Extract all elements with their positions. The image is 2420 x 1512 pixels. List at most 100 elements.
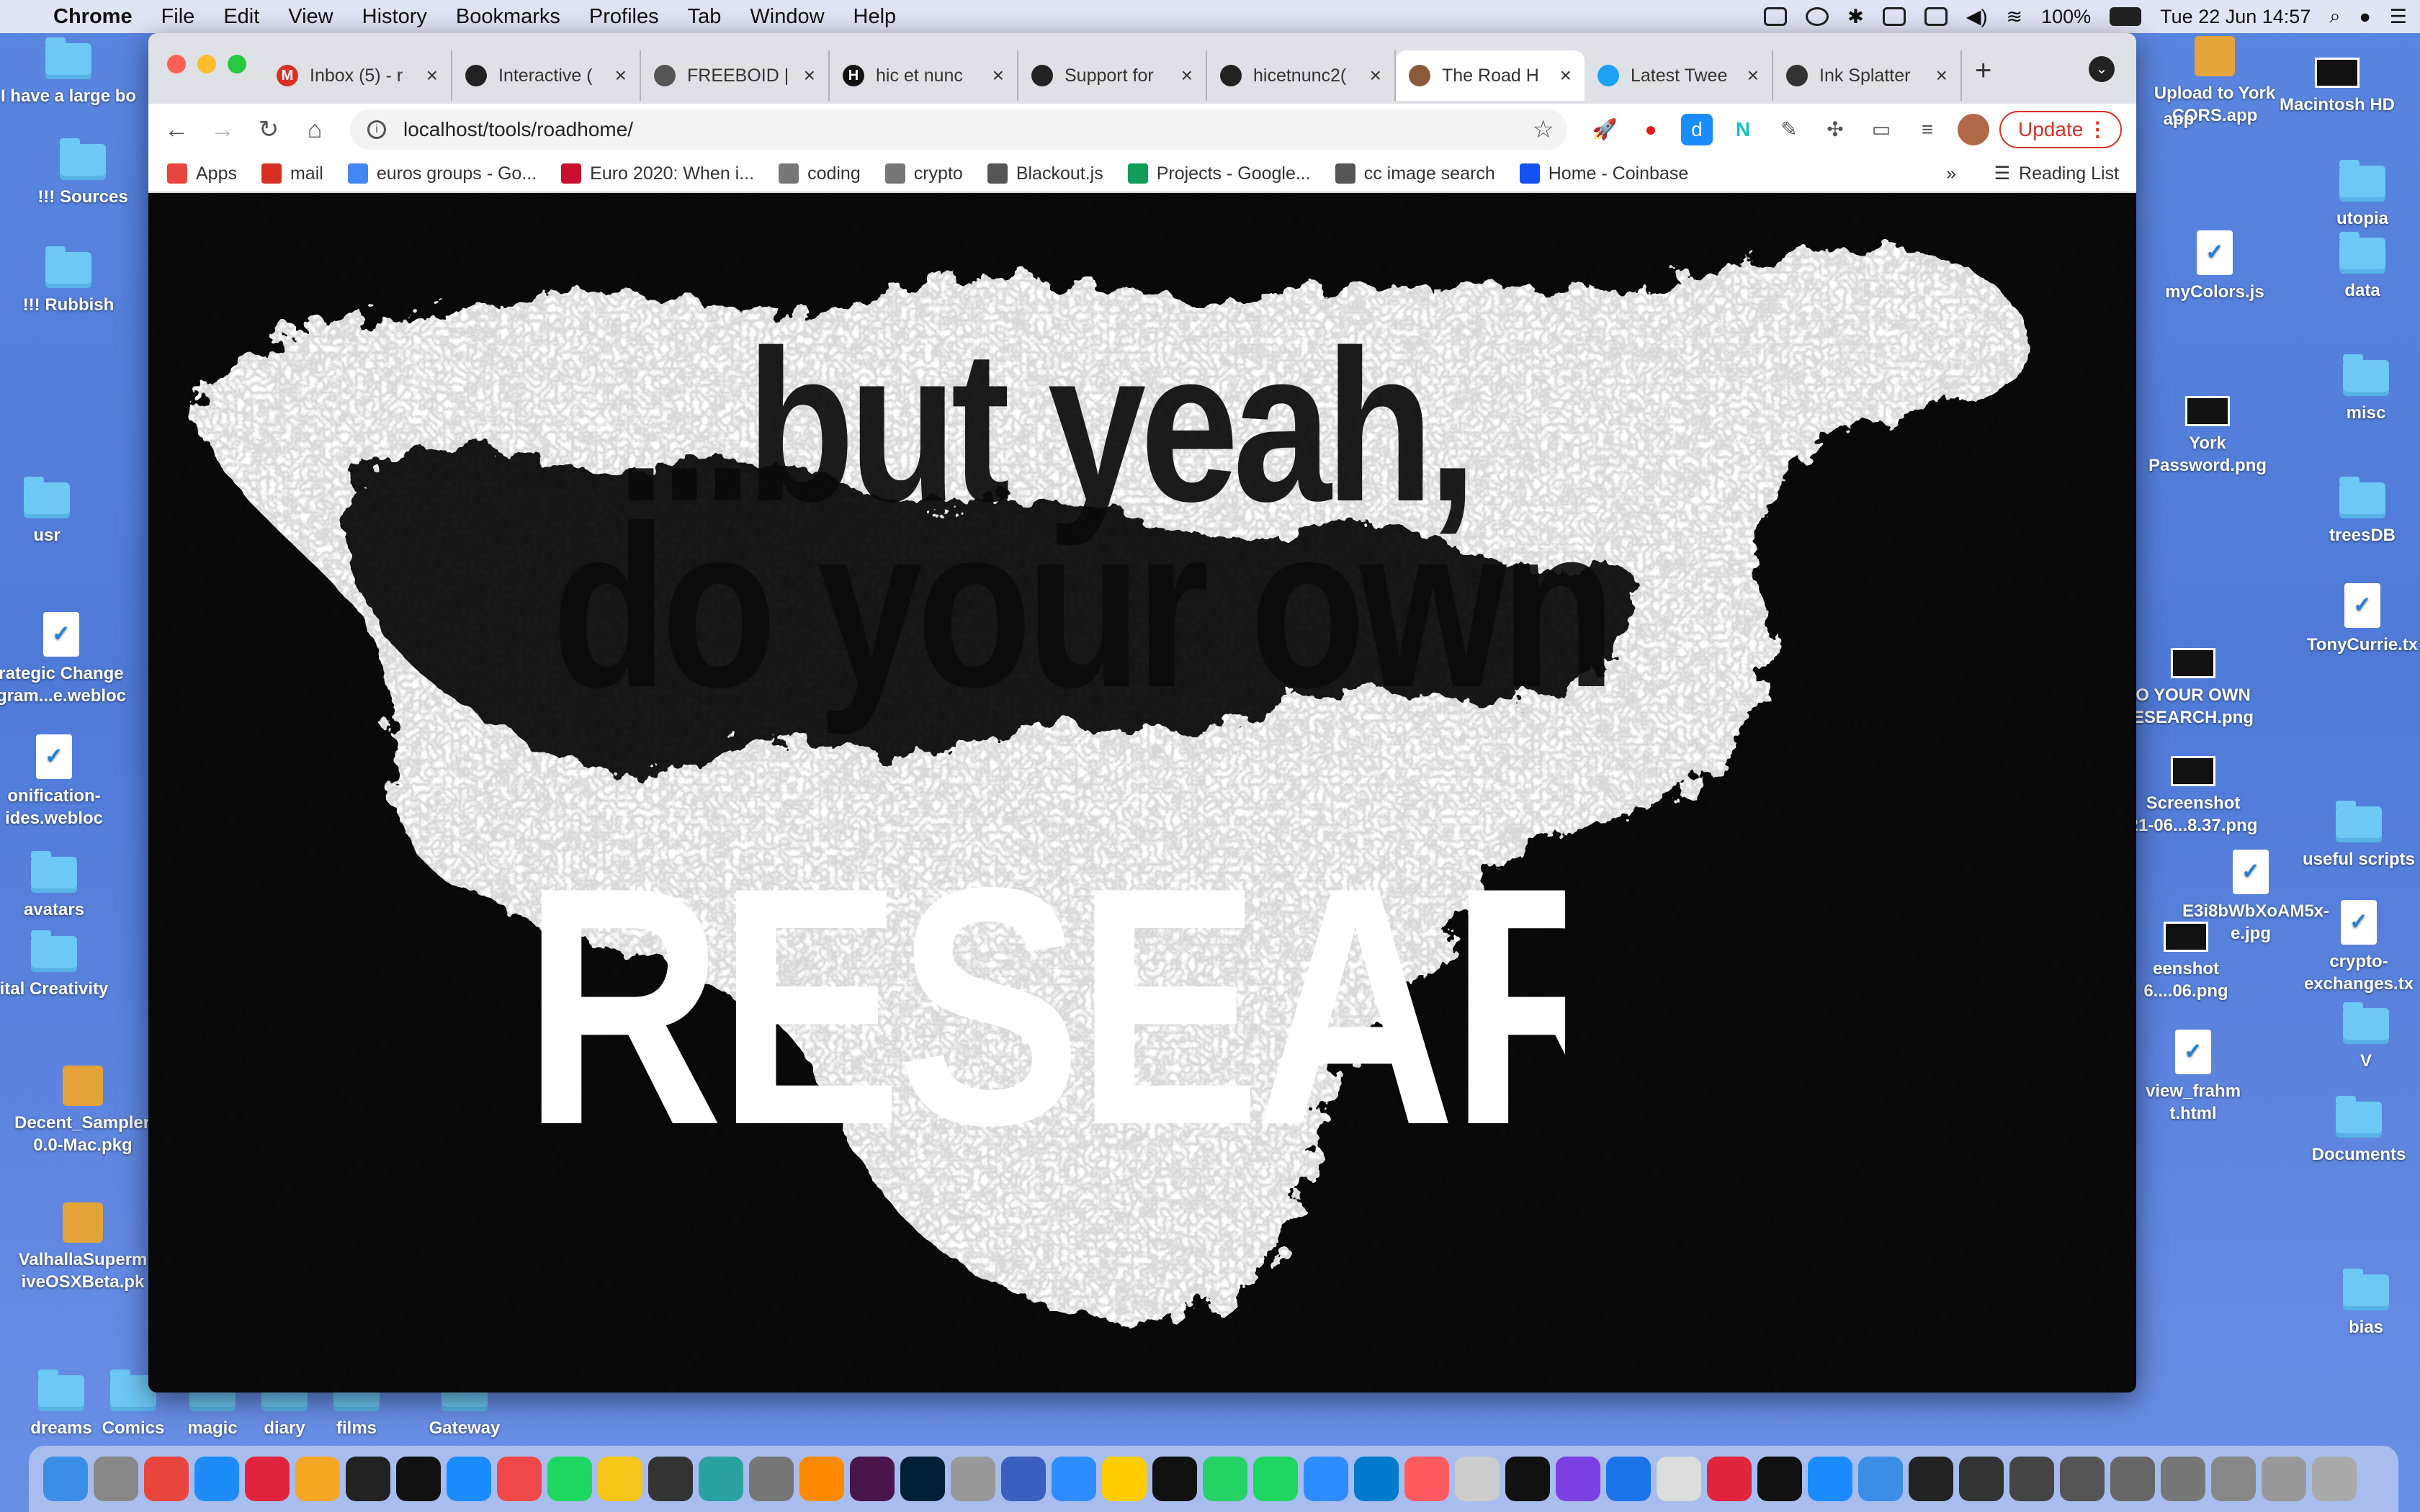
dock-app-icon[interactable] — [1606, 1457, 1651, 1501]
bookmark-5[interactable]: crypto — [884, 163, 963, 184]
bookmark-star-icon[interactable]: ☆ — [1533, 115, 1554, 144]
tab-2[interactable]: FREEBOID | × — [641, 50, 830, 101]
desktop-item-left-6[interactable]: avatars — [0, 851, 122, 921]
desktop-item-left-5[interactable]: ✓ onification- ides.webloc — [0, 734, 122, 829]
dock-app-icon[interactable] — [951, 1457, 995, 1501]
dock-app-icon[interactable] — [194, 1457, 239, 1501]
dock-app-icon[interactable] — [1354, 1457, 1399, 1501]
desktop-item-right-3[interactable]: utopia — [2294, 160, 2420, 230]
desktop-item-right-5[interactable]: data — [2294, 232, 2420, 302]
dock-app-icon[interactable] — [648, 1457, 693, 1501]
media-control-icon[interactable]: ≡ — [1912, 114, 1943, 145]
dock-app-icon[interactable] — [1102, 1457, 1147, 1501]
desktop-item-right-4[interactable]: ✓ myColors.js — [2146, 230, 2283, 303]
tab-7[interactable]: Latest Twee × — [1585, 50, 1773, 101]
dock-app-icon[interactable] — [2009, 1457, 2054, 1501]
control-center-icon[interactable]: ☰ — [2390, 6, 2407, 28]
menu-history[interactable]: History — [348, 5, 442, 29]
dock-app-icon[interactable] — [1858, 1457, 1903, 1501]
screen-record-icon[interactable] — [1764, 7, 1788, 26]
update-button[interactable]: Update ⋮ — [1999, 111, 2123, 148]
dock-app-icon[interactable] — [598, 1457, 642, 1501]
dock-app-icon[interactable] — [1757, 1457, 1802, 1501]
desktop-item-left-9[interactable]: ValhallaSuperm iveOSXBeta.pk — [14, 1202, 151, 1293]
minimize-window-button[interactable] — [197, 55, 216, 73]
tab-close-icon[interactable]: × — [992, 64, 1004, 87]
tab-close-icon[interactable]: × — [426, 64, 438, 87]
bookmark-6[interactable]: Blackout.js — [987, 163, 1103, 184]
tab-close-icon[interactable]: × — [804, 64, 815, 87]
cast-icon[interactable]: ▭ — [1865, 114, 1897, 145]
dock-app-icon[interactable] — [1203, 1457, 1247, 1501]
bookmark-2[interactable]: euros groups - Go... — [347, 163, 537, 184]
profile-avatar-icon[interactable] — [1958, 114, 1989, 145]
bookmark-1[interactable]: mail — [261, 163, 323, 184]
dock-app-icon[interactable] — [1808, 1457, 1852, 1501]
desktop-item-right-19[interactable]: bias — [2298, 1269, 2420, 1338]
dock-app-icon[interactable] — [799, 1457, 844, 1501]
tab-0[interactable]: M Inbox (5) - r × — [264, 50, 452, 101]
desktop-item-right-2[interactable]: Macintosh HD — [2269, 58, 2406, 116]
desktop-item-right-17[interactable]: ✓ view_frahm t.html — [2125, 1030, 2262, 1125]
menu-view[interactable]: View — [274, 5, 347, 29]
rocket-extension-icon[interactable]: 🚀 — [1589, 114, 1621, 145]
new-tab-button[interactable]: + — [1975, 55, 1991, 87]
tab-close-icon[interactable]: × — [1181, 64, 1193, 87]
dock-app-icon[interactable] — [2211, 1457, 2256, 1501]
desktop-item-right-7[interactable]: misc — [2298, 354, 2420, 424]
bookmark-7[interactable]: Projects - Google... — [1127, 163, 1311, 184]
close-window-button[interactable] — [167, 55, 186, 73]
bluetooth-icon[interactable]: ✱ — [1847, 6, 1864, 28]
address-bar[interactable]: i localhost/tools/roadhome/ ☆ — [350, 109, 1567, 150]
dock-app-icon[interactable] — [1909, 1457, 1953, 1501]
bookmarks-overflow-icon[interactable]: » — [1946, 163, 1956, 184]
dock-app-icon[interactable] — [295, 1457, 340, 1501]
menu-file[interactable]: File — [147, 5, 210, 29]
dock-app-icon[interactable] — [850, 1457, 895, 1501]
display-icon[interactable] — [1882, 7, 1906, 26]
dock-app-icon[interactable] — [1304, 1457, 1348, 1501]
desktop-item-right-11[interactable]: Screenshot 21-06...8.37.png — [2125, 756, 2262, 837]
dock-app-icon[interactable] — [1455, 1457, 1500, 1501]
bookmark-9[interactable]: Home - Coinbase — [1519, 163, 1688, 184]
spotlight-icon[interactable]: ⌕ — [2329, 5, 2340, 28]
desktop-item-left-2[interactable]: !!! Rubbish — [0, 246, 137, 316]
desktop-item-right-6[interactable]: York Password.png — [2139, 396, 2276, 477]
dock-app-icon[interactable] — [1707, 1457, 1752, 1501]
menu-edit[interactable]: Edit — [209, 5, 274, 29]
bookmark-3[interactable]: Euro 2020: When i... — [561, 163, 754, 184]
desktop-item-left-3[interactable]: usr — [0, 477, 115, 546]
n-extension-icon[interactable]: N — [1727, 114, 1759, 145]
dock-app-icon[interactable] — [1001, 1457, 1046, 1501]
dock-app-icon[interactable] — [1657, 1457, 1701, 1501]
menu-profiles[interactable]: Profiles — [575, 5, 673, 29]
tab-4[interactable]: Support for × — [1018, 50, 1207, 101]
desktop-item-right-18[interactable]: Documents — [2290, 1096, 2420, 1166]
menu-window[interactable]: Window — [735, 5, 838, 29]
cloud-icon[interactable] — [1806, 7, 1829, 26]
dock-app-icon[interactable] — [1404, 1457, 1449, 1501]
dock-app-icon[interactable] — [699, 1457, 743, 1501]
tab-6[interactable]: The Road H × — [1396, 50, 1585, 101]
site-info-icon[interactable]: i — [367, 120, 386, 139]
forward-button[interactable]: → — [205, 116, 241, 144]
dock-app-icon[interactable] — [396, 1457, 441, 1501]
dock-app-icon[interactable] — [43, 1457, 88, 1501]
tab-close-icon[interactable]: × — [1747, 64, 1759, 87]
dock-app-icon[interactable] — [2161, 1457, 2205, 1501]
siri-icon[interactable]: ● — [2359, 6, 2370, 28]
app-menu-chrome[interactable]: Chrome — [39, 5, 147, 29]
volume-icon[interactable]: ◀) — [1966, 6, 1988, 28]
home-button[interactable]: ⌂ — [297, 116, 333, 144]
clock[interactable]: Tue 22 Jun 14:57 — [2160, 6, 2311, 28]
dock-app-icon[interactable] — [2060, 1457, 2105, 1501]
bookmark-4[interactable]: coding — [779, 163, 861, 184]
desktop-item-left-7[interactable]: ital Creativity — [0, 930, 122, 1000]
desktop-item-right-8[interactable]: treesDB — [2294, 477, 2420, 546]
dock-app-icon[interactable] — [447, 1457, 491, 1501]
tab-close-icon[interactable]: × — [1936, 64, 1948, 87]
dock-app-icon[interactable] — [94, 1457, 138, 1501]
tab-3[interactable]: Hhic et nunc × — [830, 50, 1018, 101]
battery-icon[interactable] — [2110, 7, 2142, 26]
dock-app-icon[interactable] — [1253, 1457, 1298, 1501]
